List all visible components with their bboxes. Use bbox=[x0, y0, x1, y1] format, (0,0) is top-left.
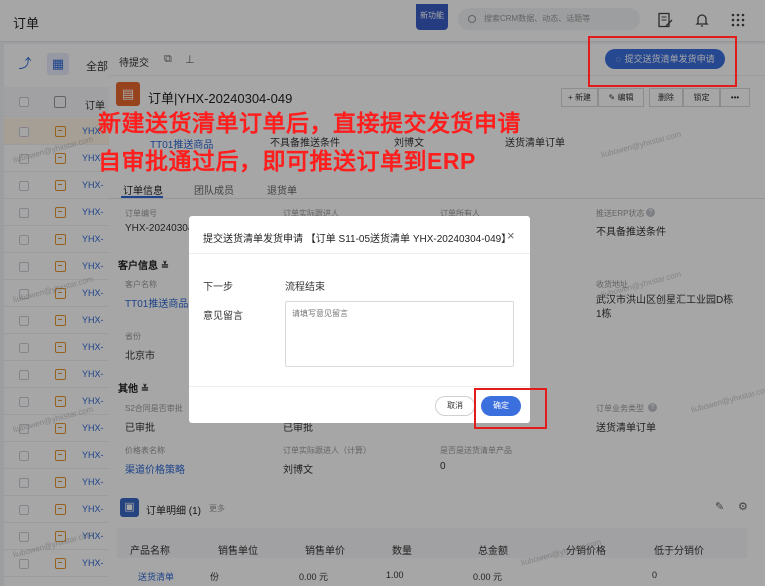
cancel-button[interactable]: 取消 bbox=[435, 396, 475, 416]
highlight-box bbox=[474, 388, 547, 429]
comment-input[interactable] bbox=[285, 301, 514, 367]
dialog-title: 提交送货清单发货申请 【订单 S11-05送货清单 YHX-20240304-0… bbox=[203, 234, 512, 245]
annotation-line-1: 新建送货清单订单后，直接提交发货申请 bbox=[98, 110, 521, 136]
highlight-box bbox=[588, 36, 737, 87]
dialog-footer-divider bbox=[189, 386, 530, 387]
comment-label: 意见留言 bbox=[203, 311, 243, 322]
annotation-line-2: 自审批通过后，即可推送订单到ERP bbox=[98, 148, 476, 174]
dialog-divider bbox=[189, 253, 530, 254]
close-icon[interactable]: × bbox=[507, 228, 515, 243]
next-step-label: 下一步 bbox=[203, 282, 233, 293]
next-step-value: 流程结束 bbox=[285, 282, 325, 293]
